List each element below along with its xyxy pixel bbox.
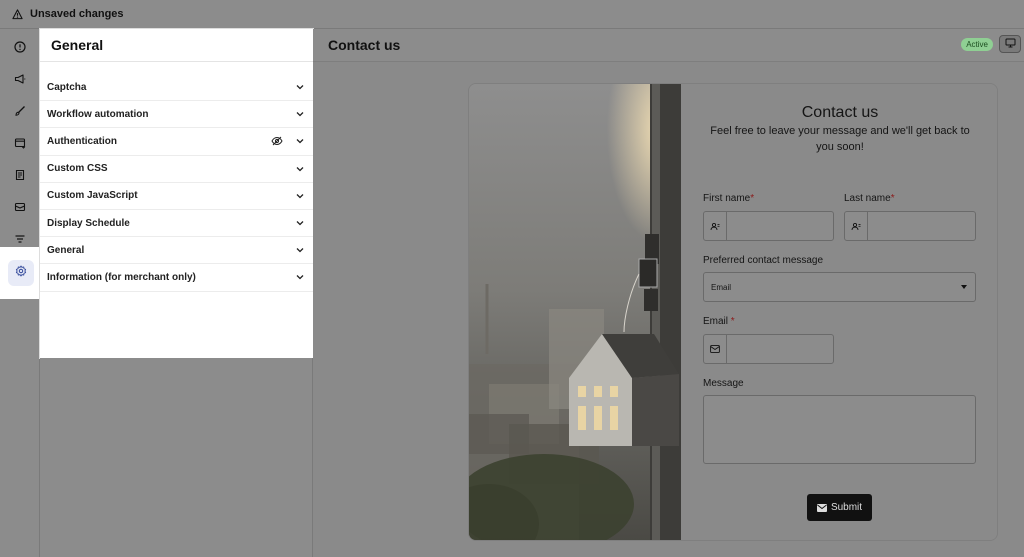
chevron-down-icon <box>295 218 305 228</box>
form-title: Contact us <box>801 104 879 121</box>
preferred-contact-value: Email <box>711 282 732 292</box>
document-icon <box>14 168 26 186</box>
first-name-label: First name* <box>703 193 754 204</box>
email-field[interactable] <box>703 334 834 364</box>
accordion-authentication[interactable]: Authentication <box>40 128 313 156</box>
first-name-field[interactable] <box>703 211 834 241</box>
window-icon <box>14 136 26 154</box>
main-header: Contact us Active <box>313 29 1024 62</box>
accordion-custom-css[interactable]: Custom CSS <box>40 156 313 183</box>
rail-item-design[interactable] <box>0 97 40 129</box>
rail-item-info[interactable] <box>0 33 40 65</box>
email-label-text: Email <box>703 316 729 327</box>
chevron-down-icon <box>295 136 305 146</box>
submit-button[interactable]: Submit <box>807 494 872 521</box>
warning-icon <box>10 7 24 21</box>
accordion-label: Captcha <box>47 81 87 93</box>
first-name-label-text: First name <box>703 193 751 204</box>
panel-overlay-area <box>40 358 313 557</box>
chevron-down-icon <box>295 109 305 119</box>
required-mark: * <box>728 316 735 327</box>
mail-icon <box>14 200 26 218</box>
settings-panel: General Captcha Workflow automation Auth… <box>40 29 313 358</box>
chevron-down-icon <box>295 82 305 92</box>
submit-label: Submit <box>830 502 863 513</box>
unsaved-changes-text: Unsaved changes <box>30 8 124 20</box>
status-badge: Active <box>961 38 993 51</box>
accordion-general[interactable]: General <box>40 237 313 265</box>
mail-icon <box>704 335 727 363</box>
settings-active-indicator <box>7 260 34 286</box>
accordion-label: Authentication <box>47 135 117 147</box>
required-mark: * <box>750 193 755 204</box>
gear-icon <box>15 264 27 282</box>
message-textarea[interactable] <box>703 395 976 464</box>
message-label: Message <box>703 378 744 389</box>
accordion-custom-javascript[interactable]: Custom JavaScript <box>40 183 313 210</box>
last-name-label: Last name* <box>844 193 895 204</box>
accordion-label: General <box>47 244 85 256</box>
required-mark: * <box>890 193 895 204</box>
contact-form-card: Contact us Feel free to leave your messa… <box>468 83 998 541</box>
form-subtitle: Feel free to leave your message and we'l… <box>710 125 970 153</box>
user-icon <box>704 212 727 240</box>
rail-item-announcement[interactable] <box>0 65 40 97</box>
chevron-down-icon <box>295 272 305 282</box>
accordion-captcha[interactable]: Captcha <box>40 74 313 102</box>
accordion-workflow-automation[interactable]: Workflow automation <box>40 101 313 129</box>
preferred-contact-select[interactable]: Email <box>703 272 976 302</box>
email-label: Email * <box>703 316 735 327</box>
chevron-down-icon <box>295 164 305 174</box>
page-title: Contact us <box>328 37 401 53</box>
rail-item-settings[interactable] <box>0 247 41 299</box>
user-icon <box>845 212 868 240</box>
chevron-down-icon <box>295 245 305 255</box>
icon-rail <box>0 29 41 557</box>
dropdown-arrow-icon <box>961 285 967 289</box>
accordion-label: Custom JavaScript <box>47 190 138 202</box>
device-preview-button[interactable] <box>999 35 1021 53</box>
contact-form: Contact us Feel free to leave your messa… <box>681 84 997 540</box>
info-icon <box>14 40 26 58</box>
accordion-information[interactable]: Information (for merchant only) <box>40 264 313 292</box>
desktop-icon <box>1005 35 1016 53</box>
accordion-label: Custom CSS <box>47 163 108 175</box>
accordion-label: Display Schedule <box>47 217 130 229</box>
panel-header: General <box>40 29 313 62</box>
eye-off-icon[interactable] <box>271 135 283 147</box>
accordion-display-schedule[interactable]: Display Schedule <box>40 210 313 238</box>
preferred-contact-label: Preferred contact message <box>703 255 824 266</box>
last-name-label-text: Last name <box>844 193 891 204</box>
rail-item-messages[interactable] <box>0 193 40 225</box>
top-bar: Unsaved changes <box>0 0 1024 29</box>
brush-icon <box>14 104 26 122</box>
house-keychain-image <box>469 84 681 540</box>
envelope-icon <box>816 503 827 512</box>
accordion-label: Workflow automation <box>47 108 149 120</box>
rail-item-layout[interactable] <box>0 129 40 161</box>
rail-item-content[interactable] <box>0 161 40 193</box>
last-name-field[interactable] <box>844 211 976 241</box>
chevron-down-icon <box>295 191 305 201</box>
megaphone-icon <box>14 72 26 90</box>
accordion-list: Captcha Workflow automation Authenticati… <box>40 62 313 292</box>
panel-title: General <box>51 37 104 53</box>
accordion-label: Information (for merchant only) <box>47 271 196 283</box>
